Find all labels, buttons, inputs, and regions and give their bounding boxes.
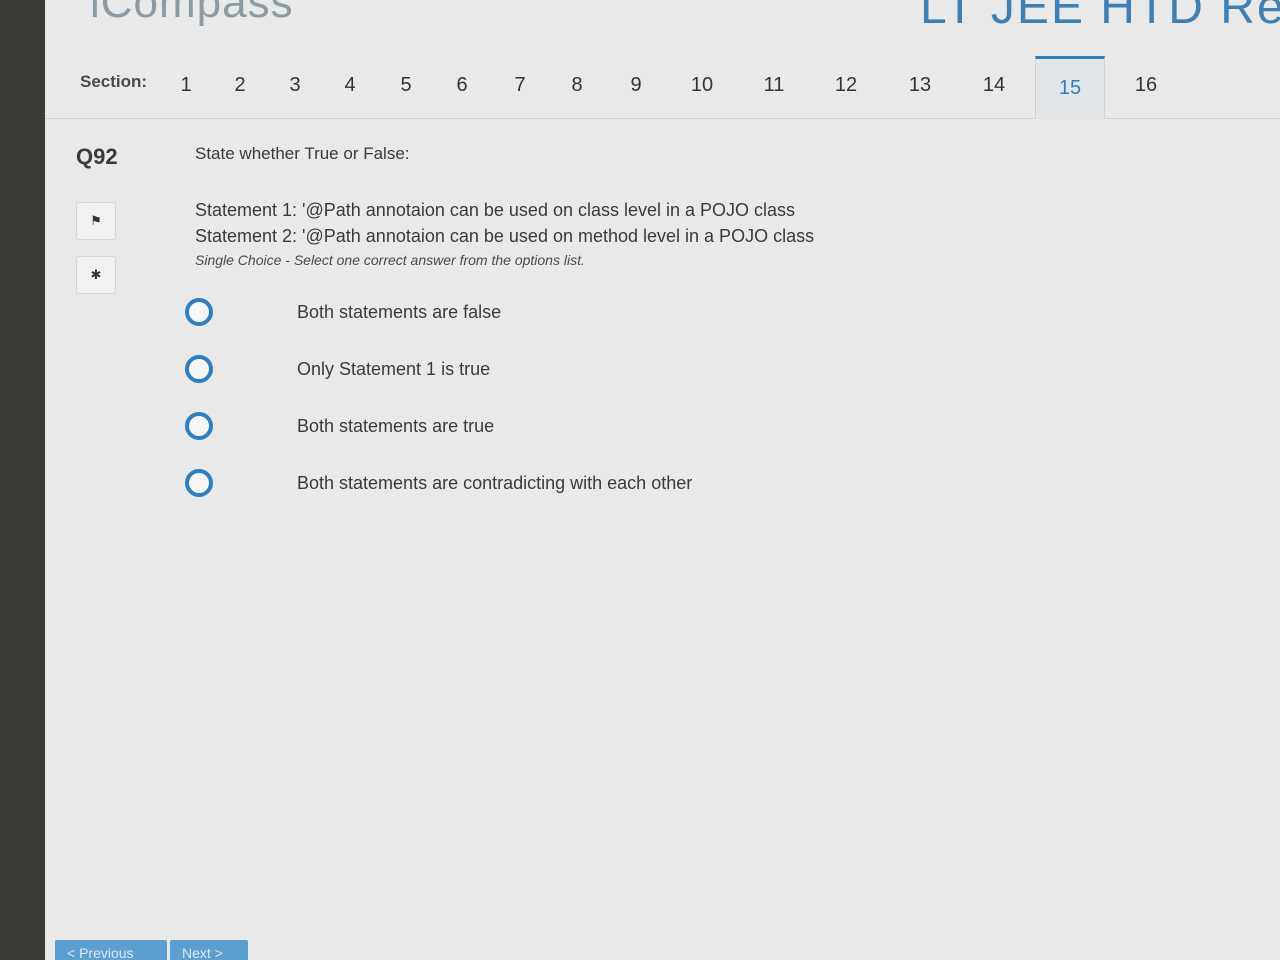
section-tab-15-active[interactable]: 15 <box>1035 56 1105 119</box>
option-1-radio[interactable] <box>185 298 213 326</box>
section-tab-6[interactable]: 6 <box>449 56 475 116</box>
section-tab-8[interactable]: 8 <box>564 56 590 116</box>
previous-button[interactable]: < Previous <box>55 940 167 960</box>
section-tab-12[interactable]: 12 <box>826 56 866 116</box>
section-tab-4[interactable]: 4 <box>337 56 363 116</box>
section-label: Section: <box>80 72 148 91</box>
option-2[interactable]: Only Statement 1 is true <box>185 347 1185 391</box>
option-4-label[interactable]: Both statements are contradicting with e… <box>297 473 692 494</box>
logo: iCompass <box>90 0 294 27</box>
report-question-button[interactable]: ✱ <box>76 256 116 294</box>
section-tab-16[interactable]: 16 <box>1126 56 1166 116</box>
option-3[interactable]: Both statements are true <box>185 404 1185 448</box>
section-tab-1[interactable]: 1 <box>173 56 199 116</box>
exam-screen: iCompass LT JEE HTD Refes Section: 1 2 3… <box>45 0 1280 960</box>
option-1-label[interactable]: Both statements are false <box>297 302 501 323</box>
answer-hint: Single Choice - Select one correct answe… <box>195 252 585 268</box>
section-tab-14[interactable]: 14 <box>974 56 1014 116</box>
top-bar: iCompass LT JEE HTD Refes <box>45 0 1280 40</box>
question-number: Q92 <box>76 144 118 169</box>
statement-1: Statement 1: '@Path annotaion can be use… <box>195 200 796 220</box>
section-tab-9[interactable]: 9 <box>623 56 649 116</box>
flag-icon: ⚑ <box>90 213 102 228</box>
option-3-radio[interactable] <box>185 412 213 440</box>
option-2-radio[interactable] <box>185 355 213 383</box>
bug-icon: ✱ <box>90 267 102 282</box>
flag-question-button[interactable]: ⚑ <box>76 202 116 240</box>
option-4[interactable]: Both statements are contradicting with e… <box>185 461 1185 505</box>
section-tab-7[interactable]: 7 <box>507 56 533 116</box>
next-button[interactable]: Next > <box>170 940 248 960</box>
section-bar: Section: 1 2 3 4 5 6 7 8 9 10 11 12 13 1… <box>45 56 1280 119</box>
option-2-label[interactable]: Only Statement 1 is true <box>297 359 490 380</box>
exam-title: LT JEE HTD Refes <box>920 0 1280 34</box>
section-tab-10[interactable]: 10 <box>682 56 722 116</box>
statement-2: Statement 2: '@Path annotaion can be use… <box>195 226 815 246</box>
option-1[interactable]: Both statements are false <box>185 290 1185 334</box>
section-tab-5[interactable]: 5 <box>393 56 419 116</box>
option-4-radio[interactable] <box>185 469 213 497</box>
section-tab-11[interactable]: 11 <box>754 56 794 116</box>
option-3-label[interactable]: Both statements are true <box>297 416 494 437</box>
section-tab-13[interactable]: 13 <box>900 56 940 116</box>
section-tab-3[interactable]: 3 <box>282 56 308 116</box>
section-tab-2[interactable]: 2 <box>227 56 253 116</box>
question-instruction: State whether True or False: <box>195 144 410 163</box>
